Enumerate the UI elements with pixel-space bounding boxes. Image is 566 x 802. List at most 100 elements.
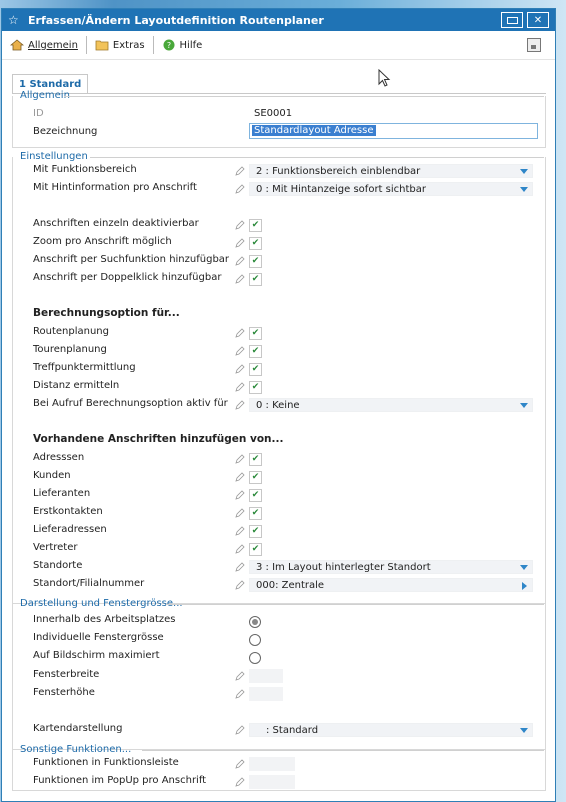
pencil-icon[interactable] (235, 526, 245, 536)
standorte-select[interactable]: 3 : Im Layout hinterlegter Standort (249, 560, 533, 574)
fensterbreite-input[interactable] (249, 669, 283, 683)
checkbox-label: Anschriften einzeln deaktivierbar (33, 218, 199, 229)
pencil-icon[interactable] (235, 166, 245, 176)
allgemein-menu[interactable]: Allgemein (10, 39, 78, 51)
pencil-icon[interactable] (235, 472, 245, 482)
bezeichnung-input[interactable]: Standardlayout Adresse (249, 123, 538, 139)
funktionsbereich-select[interactable]: 2 : Funktionsbereich einblendbar (249, 164, 533, 178)
checkbox-label: Adresssen (33, 452, 85, 463)
checkbox-vertreter[interactable]: ✔ (249, 543, 262, 556)
dropdown-arrow-icon (520, 169, 528, 174)
pencil-icon[interactable] (235, 346, 245, 356)
checkbox-adressen[interactable]: ✔ (249, 453, 262, 466)
kartendarstellung-select[interactable]: : Standard (249, 723, 533, 737)
pencil-icon[interactable] (235, 544, 245, 554)
berechnung-heading: Berechnungsoption für... (33, 307, 180, 319)
dropdown-arrow-icon (520, 187, 528, 192)
pencil-icon[interactable] (235, 671, 245, 681)
checkbox-tourenplanung[interactable]: ✔ (249, 345, 262, 358)
pencil-icon[interactable] (235, 220, 245, 230)
extras-menu[interactable]: Extras (95, 39, 145, 51)
checkbox-label: Anschrift per Doppelklick hinzufügbar (33, 272, 222, 283)
filial-select[interactable]: 000: Zentrale (249, 578, 533, 592)
checkbox-routenplanung[interactable]: ✔ (249, 327, 262, 340)
extras-label: Extras (112, 39, 145, 51)
checkbox-lieferadressen[interactable]: ✔ (249, 525, 262, 538)
svg-text:?: ? (166, 41, 170, 50)
pencil-icon[interactable] (235, 759, 245, 769)
radio-individuell[interactable] (249, 634, 261, 646)
checkbox-lieferanten[interactable]: ✔ (249, 489, 262, 502)
id-value: SE0001 (254, 108, 293, 119)
checkbox-erstkontakten[interactable]: ✔ (249, 507, 262, 520)
popup-label: Funktionen im PopUp pro Anschrift (33, 775, 207, 786)
funktionsleiste-label: Funktionen in Funktionsleiste (33, 757, 179, 768)
pencil-icon[interactable] (235, 184, 245, 194)
checkbox-label: Vertreter (33, 542, 78, 553)
checkbox-distanz[interactable]: ✔ (249, 381, 262, 394)
dialog-window: ☆ Erfassen/Ändern Layoutdefinition Route… (1, 8, 556, 802)
checkbox-anschriften-deaktivierbar[interactable]: ✔ (249, 219, 262, 232)
radio-maximiert[interactable] (249, 652, 261, 664)
restore-button[interactable] (501, 12, 523, 28)
pencil-icon[interactable] (235, 328, 245, 338)
checkbox-kunden[interactable]: ✔ (249, 471, 262, 484)
checkbox-suchfunktion[interactable]: ✔ (249, 255, 262, 268)
dropdown-arrow-icon (520, 728, 528, 733)
popup-input[interactable] (249, 775, 295, 789)
standorte-label: Standorte (33, 560, 83, 571)
kartendarstellung-value: : Standard (266, 725, 319, 736)
radio-label: Auf Bildschirm maximiert (33, 650, 160, 661)
hilfe-label: Hilfe (179, 39, 203, 51)
funktionsleiste-input[interactable] (249, 757, 295, 771)
pencil-icon[interactable] (235, 454, 245, 464)
fensterbreite-label: Fensterbreite (33, 669, 100, 680)
pencil-icon[interactable] (235, 490, 245, 500)
pencil-icon[interactable] (235, 689, 245, 699)
fensterhoehe-input[interactable] (249, 687, 283, 701)
checkbox-treffpunkt[interactable]: ✔ (249, 363, 262, 376)
toolbar-separator (152, 36, 154, 54)
folder-icon (95, 40, 109, 51)
pencil-icon[interactable] (235, 508, 245, 518)
toolbar: Allgemein Extras ? Hilfe (2, 31, 555, 60)
berechnung-aktiv-label: Bei Aufruf Berechnungsoption aktiv für (33, 398, 228, 409)
pencil-icon[interactable] (235, 238, 245, 248)
pencil-icon[interactable] (235, 562, 245, 572)
funktionsbereich-value: 2 : Funktionsbereich einblendbar (256, 166, 421, 177)
checkbox-label: Erstkontakten (33, 506, 103, 517)
pencil-icon[interactable] (235, 382, 245, 392)
allgemein-label: Allgemein (28, 39, 78, 51)
pencil-icon[interactable] (235, 364, 245, 374)
save-icon[interactable] (527, 38, 541, 52)
checkbox-label: Zoom pro Anschrift möglich (33, 236, 172, 247)
filial-value: 000: Zentrale (256, 580, 325, 591)
checkbox-label: Kunden (33, 470, 71, 481)
radio-arbeitsplatz[interactable] (249, 616, 261, 628)
pencil-icon[interactable] (235, 400, 245, 410)
hilfe-menu[interactable]: ? Hilfe (162, 39, 203, 51)
pencil-icon[interactable] (235, 580, 245, 590)
restore-icon (506, 16, 518, 24)
checkbox-zoom[interactable]: ✔ (249, 237, 262, 250)
berechnung-aktiv-value: 0 : Keine (256, 400, 300, 411)
pencil-icon[interactable] (235, 725, 245, 735)
help-icon: ? (163, 39, 175, 51)
close-button[interactable]: ✕ (527, 12, 549, 28)
berechnung-aktiv-select[interactable]: 0 : Keine (249, 398, 533, 412)
star-icon[interactable]: ☆ (8, 13, 22, 27)
checkbox-doppelklick[interactable]: ✔ (249, 273, 262, 286)
pencil-icon[interactable] (235, 274, 245, 284)
checkbox-label: Routenplanung (33, 326, 109, 337)
checkbox-label: Tourenplanung (33, 344, 107, 355)
hint-select[interactable]: 0 : Mit Hintanzeige sofort sichtbar (249, 182, 533, 196)
section-allgemein (12, 96, 546, 148)
hint-label: Mit Hintinformation pro Anschrift (33, 182, 197, 193)
mouse-cursor-icon (378, 69, 391, 87)
pencil-icon[interactable] (235, 777, 245, 787)
hint-value: 0 : Mit Hintanzeige sofort sichtbar (256, 184, 426, 195)
dropdown-arrow-icon (520, 403, 528, 408)
id-label: ID (33, 108, 44, 119)
pencil-icon[interactable] (235, 256, 245, 266)
checkbox-label: Treffpunktermittlung (33, 362, 136, 373)
